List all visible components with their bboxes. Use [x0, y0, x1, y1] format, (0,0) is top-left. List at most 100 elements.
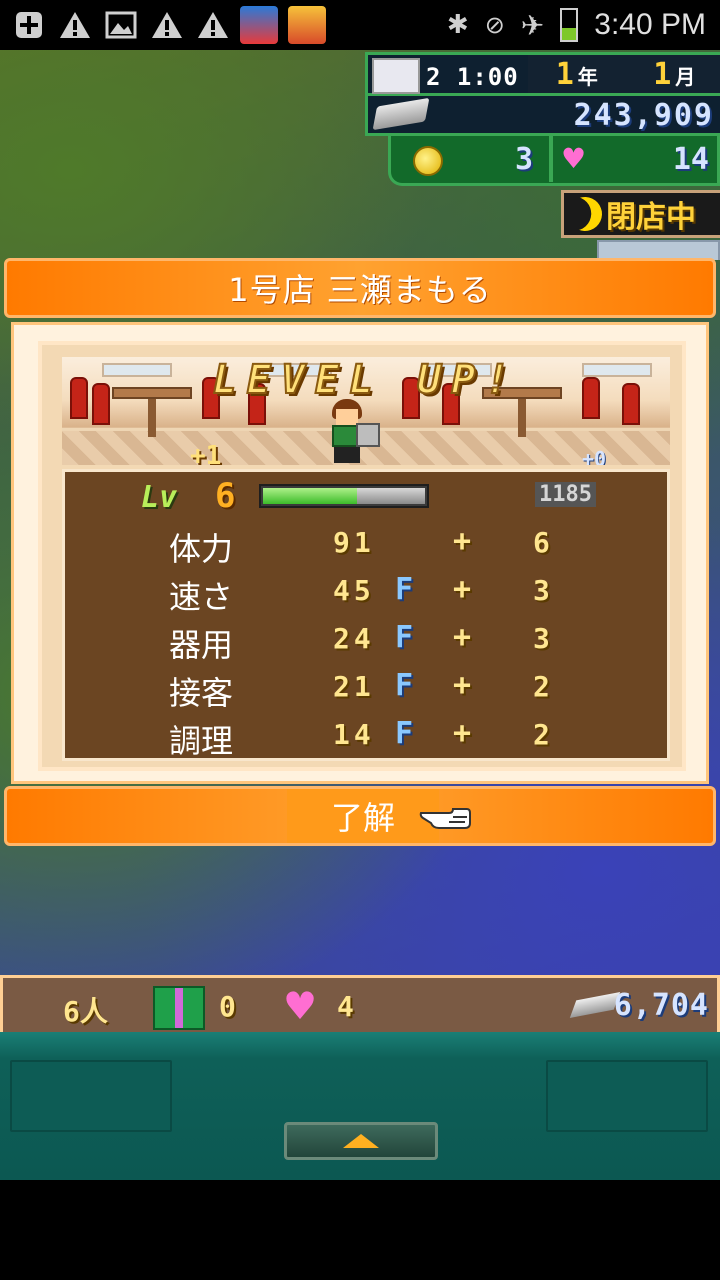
stat-plus: +	[453, 524, 472, 559]
warning-icon	[58, 8, 92, 42]
hud-tab[interactable]	[597, 240, 720, 260]
stat-value: 21	[333, 670, 375, 703]
month-number: 1	[653, 56, 672, 92]
bluetooth-icon: ✱	[446, 10, 469, 40]
warning-icon	[150, 8, 184, 42]
hud-money-row: 243,909	[365, 96, 720, 136]
restaurant-scene: LEVEL UP! +1 +0	[62, 357, 670, 465]
dialog-title: 1号店 三瀬まもる	[228, 271, 492, 309]
arrow-up-icon	[343, 1134, 379, 1148]
hud-time-row: 2 1:00 1年 1月	[365, 52, 720, 96]
heart-icon: ♥	[283, 984, 318, 1028]
stat-plus: +	[453, 716, 472, 751]
staff-count: 6人	[63, 995, 108, 1028]
table-leg-decor	[518, 399, 526, 437]
stat-plus: +	[453, 668, 472, 703]
navigation-area	[0, 1180, 720, 1280]
gift-ribbon	[175, 988, 183, 1028]
gift-count: 0	[219, 990, 236, 1023]
hud-resources-row: 3 ♥ 14	[388, 136, 720, 186]
stat-increase: 2	[533, 670, 550, 703]
stat-row-dexterity: 器用 24 F + 3	[65, 618, 673, 664]
dialog-title-bar: 1号店 三瀬まもる	[4, 258, 716, 318]
level-up-dialog: LEVEL UP! +1 +0 Lv 6 1185 体力 91 + 6 速さ 4…	[11, 322, 709, 784]
airplane-icon: ✈	[520, 8, 545, 42]
stat-increase: 6	[533, 526, 550, 559]
menu-slot-right[interactable]	[546, 1060, 708, 1132]
stat-value: 14	[333, 718, 375, 751]
xp-value: 1185	[535, 482, 596, 507]
stat-value: 91	[333, 526, 375, 559]
stat-plus: +	[453, 620, 472, 655]
staff-character	[320, 399, 380, 465]
game-date: 1年 1月	[528, 55, 720, 93]
stat-increase: 3	[533, 574, 550, 607]
menu-slot-left[interactable]	[10, 1060, 172, 1132]
stat-name: 速さ	[169, 578, 234, 616]
ok-label: 了解	[330, 799, 395, 837]
year-unit: 年	[577, 64, 598, 89]
level-value: 6	[215, 476, 236, 516]
stat-name: 接客	[169, 674, 234, 712]
stat-rank: F	[395, 668, 414, 703]
stat-value: 24	[333, 622, 375, 655]
stat-name: 体力	[169, 530, 234, 568]
stat-value: 45	[333, 574, 375, 607]
gift-icon	[153, 986, 205, 1030]
heart-icon: ♥	[561, 142, 587, 175]
gallery-icon	[104, 8, 138, 42]
stat-increase: 2	[533, 718, 550, 751]
store-status-button[interactable]: 閉店中	[561, 190, 720, 238]
menu-expand-button[interactable]	[284, 1122, 438, 1160]
coin-icon	[413, 146, 443, 176]
money-icon	[569, 992, 621, 1018]
stat-rank: F	[395, 716, 414, 751]
money-icon	[372, 97, 430, 131]
status-time: 3:40 PM	[594, 8, 706, 41]
top-hud: 2 1:00 1年 1月 243,909 3 ♥ 14	[360, 50, 720, 190]
cart-icon	[356, 423, 380, 447]
stat-rank: F	[395, 572, 414, 607]
stat-row-speed: 速さ 45 F + 3	[65, 570, 673, 616]
game-clock: 2 1:00	[426, 63, 519, 91]
coin-value: 3	[515, 142, 534, 177]
heart-value: 14	[672, 142, 709, 177]
level-label: Lv	[141, 480, 178, 515]
character-face	[336, 409, 358, 425]
pointing-hand-icon	[419, 808, 471, 829]
resource-bar: 6人 0 ♥ 4 6,704	[0, 975, 720, 1035]
stat-name: 調理	[169, 722, 234, 760]
funds-value: 6,704	[613, 988, 709, 1023]
stat-increase: 3	[533, 622, 550, 655]
character-legs	[334, 447, 360, 463]
shinchan-app-icon	[288, 6, 326, 44]
month-unit: 月	[675, 64, 696, 89]
level-up-banner: LEVEL UP!	[212, 357, 520, 404]
stat-row-cooking: 調理 14 F + 2	[65, 714, 673, 760]
dialog-frame: LEVEL UP! +1 +0 Lv 6 1185 体力 91 + 6 速さ 4…	[38, 341, 686, 771]
heart-count: 4	[337, 990, 354, 1023]
stat-name: 器用	[169, 626, 234, 664]
xp-progress-bar	[259, 484, 429, 508]
year-number: 1	[555, 56, 574, 92]
calendar-icon	[372, 58, 420, 94]
table-leg-decor	[148, 399, 156, 437]
ok-button[interactable]: 了解	[287, 789, 439, 843]
level-gain: +1	[190, 441, 222, 465]
stat-row-service: 接客 21 F + 2	[65, 666, 673, 712]
moon-icon	[563, 192, 607, 236]
bingo-app-icon	[240, 6, 278, 44]
stats-panel: Lv 6 1185 体力 91 + 6 速さ 45 F + 3 器用 24 F …	[62, 469, 670, 761]
bottom-menu-panel	[0, 1032, 720, 1180]
no-signal-icon: ⊘	[484, 11, 505, 39]
stat-row-stamina: 体力 91 + 6	[65, 522, 673, 568]
stat-rank: F	[395, 620, 414, 655]
store-status-label: 閉店中	[606, 200, 696, 235]
xp-progress-fill	[263, 488, 357, 504]
status-bar: ✱ ⊘ ✈ 3:40 PM	[0, 0, 720, 50]
battery-icon	[560, 8, 579, 42]
hud-divider	[549, 136, 553, 182]
confirm-bar: 了解	[4, 786, 716, 846]
plus-icon	[12, 8, 46, 42]
bonus-gain: +0	[582, 447, 607, 465]
